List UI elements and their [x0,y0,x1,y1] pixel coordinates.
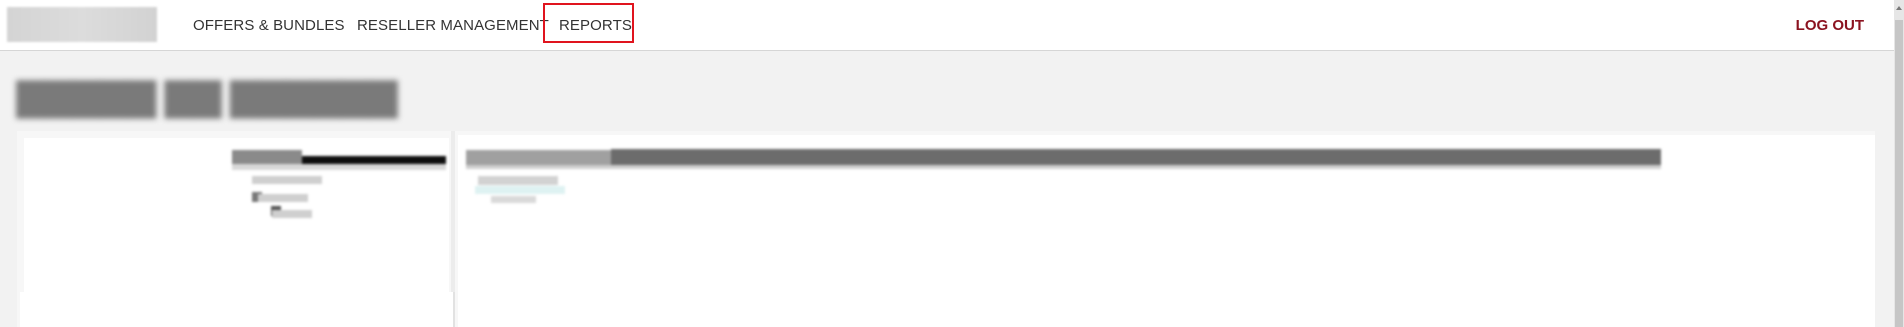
tree-item[interactable] [272,210,312,218]
report-header-bar [611,149,1661,165]
logout-button[interactable]: LOG OUT [1796,17,1864,34]
reports-highlight-box [543,3,634,43]
nav-offers-bundles[interactable]: OFFERS & BUNDLES [193,17,345,34]
brand-logo[interactable] [7,7,157,42]
scroll-up-arrow-icon[interactable] [1896,6,1902,10]
tree-root-label[interactable] [232,150,302,164]
report-subitem[interactable] [491,196,536,203]
tree-item[interactable] [252,176,322,184]
top-navigation-bar: OFFERS & BUNDLES RESELLER MANAGEMENT REP… [0,0,1894,51]
page-title: ▇▇▇▇▇ ▇▇ ▇▇▇▇▇▇ [17,76,397,117]
tree-root-underline [232,164,446,170]
report-tree-pane-footer [20,292,455,327]
scroll-thumb[interactable] [1895,20,1903,327]
nav-reseller-management[interactable]: RESELLER MANAGEMENT [357,17,549,34]
tree-item[interactable] [258,194,308,202]
report-subitem-highlight[interactable] [475,186,565,194]
report-subitem[interactable] [478,176,558,185]
page-scrollbar[interactable] [1894,0,1904,327]
report-header-label [466,150,611,165]
report-header-shadow [466,165,1661,169]
